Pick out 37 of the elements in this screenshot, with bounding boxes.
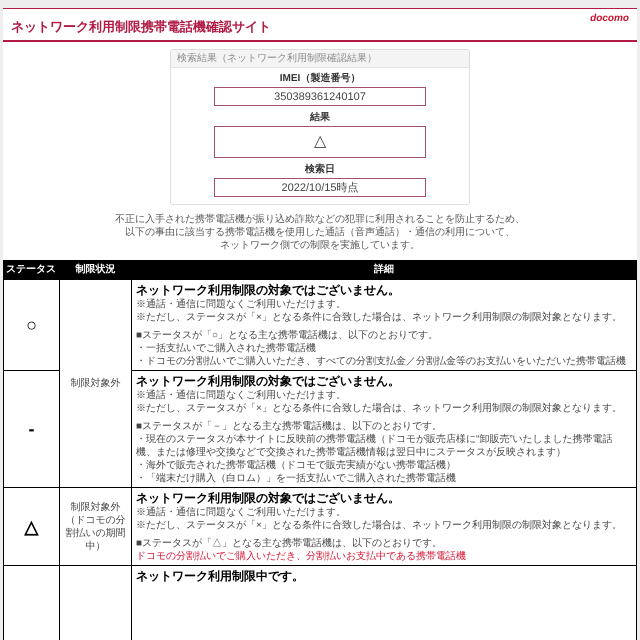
detail-title: ネットワーク利用制限の対象ではございません。 bbox=[136, 490, 401, 506]
card-heading: 検索結果（ネットワーク利用制限確認結果） bbox=[171, 50, 469, 68]
list-item: ・海外で販売された携帯電話機（ドコモで販売実績がない携帯電話機） bbox=[136, 459, 457, 472]
notice-text: 不正に入手された携帯電話機が振り込め詐欺などの犯罪に利用されることを防止するため、 以下の事由に該当する携帯電話機を使用した通話（音声通話）・通信の利用について、 ネットワーク側での制限を実施しています。 bbox=[114, 213, 526, 252]
note-text: ※ただし、ステータスが「×」となる条件に合致した場合は、ネットワーク利用制限の制限対象となります。 bbox=[136, 311, 623, 324]
column-header: 制限状況 bbox=[60, 260, 132, 280]
field-label: IMEI（製造番号） bbox=[280, 72, 360, 85]
detail-title: ネットワーク利用制限の対象ではございません。 bbox=[136, 373, 401, 389]
logo: docomo bbox=[590, 13, 629, 25]
list-heading: ■ステータスが「－」となる主な携帯電話機は、以下のとおりです。 bbox=[136, 420, 444, 433]
field-label: 結果 bbox=[310, 111, 330, 124]
status-symbol: ○ bbox=[26, 315, 37, 335]
value-display: △ bbox=[214, 126, 426, 158]
list-item: ドコモの分割払いでご購入いただき、分割払いお支払中である携帯電話機 bbox=[136, 550, 467, 563]
restriction-text: 制限対象外 （ドコモの分割払いの期間中） bbox=[64, 500, 126, 552]
detail-title: ネットワーク利用制限の対象ではございません。 bbox=[136, 282, 401, 298]
list-item: ・現在のステータスが本サイトに反映前の携帯電話機（ドコモが販売店様に“卸販売”いたしました携帯電話機、または修理や交換などで交換された携帯電話機情報は翌日中にステータスが反映されます） bbox=[136, 433, 614, 459]
list-item: ・一括支払いでご購入された携帯電話機 bbox=[136, 342, 317, 355]
site-title: ネットワーク利用制限携帯電話機確認サイト bbox=[11, 19, 271, 35]
note-text: ※通話・通信に問題なくご利用いただけます。 bbox=[136, 389, 347, 402]
column-header: ステータス bbox=[4, 260, 60, 280]
column-header: 詳細 bbox=[132, 260, 636, 280]
list-item: ・ドコモの分割払いでご購入いただき、すべての分割支払金／分割払金等のお支払いをいただいた携帯電話機 bbox=[136, 355, 627, 368]
list-item: ・「端末だけ購入（白ロム）」を一括支払いでご購入された携帯電話機 bbox=[136, 472, 457, 485]
note-text: ※通話・通信に問題なくご利用いただけます。 bbox=[136, 506, 347, 519]
status-symbol: - bbox=[28, 419, 34, 439]
note-text: ※通話・通信に問題なくご利用いただけます。 bbox=[136, 298, 347, 311]
status-symbol: △ bbox=[24, 516, 38, 536]
list-heading: ■ステータスが「△」となる主な携帯電話機は、以下のとおりです。 bbox=[136, 537, 444, 550]
field-label: 検索日 bbox=[305, 163, 335, 176]
list-heading: ■ステータスが「○」となる主な携帯電話機は、以下のとおりです。 bbox=[136, 329, 440, 342]
note-text: ※ただし、ステータスが「×」となる条件に合致した場合は、ネットワーク利用制限の制限対象となります。 bbox=[136, 402, 623, 415]
restriction-text: 制限対象外 bbox=[70, 377, 122, 390]
detail-title: ネットワーク利用制限中です。 bbox=[136, 568, 305, 584]
note-text: ※ただし、ステータスが「×」となる条件に合致した場合は、ネットワーク利用制限の制限対象となります。 bbox=[136, 519, 623, 532]
value-display: 350389361240107 bbox=[214, 87, 426, 106]
value-display: 2022/10/15時点 bbox=[214, 178, 426, 197]
